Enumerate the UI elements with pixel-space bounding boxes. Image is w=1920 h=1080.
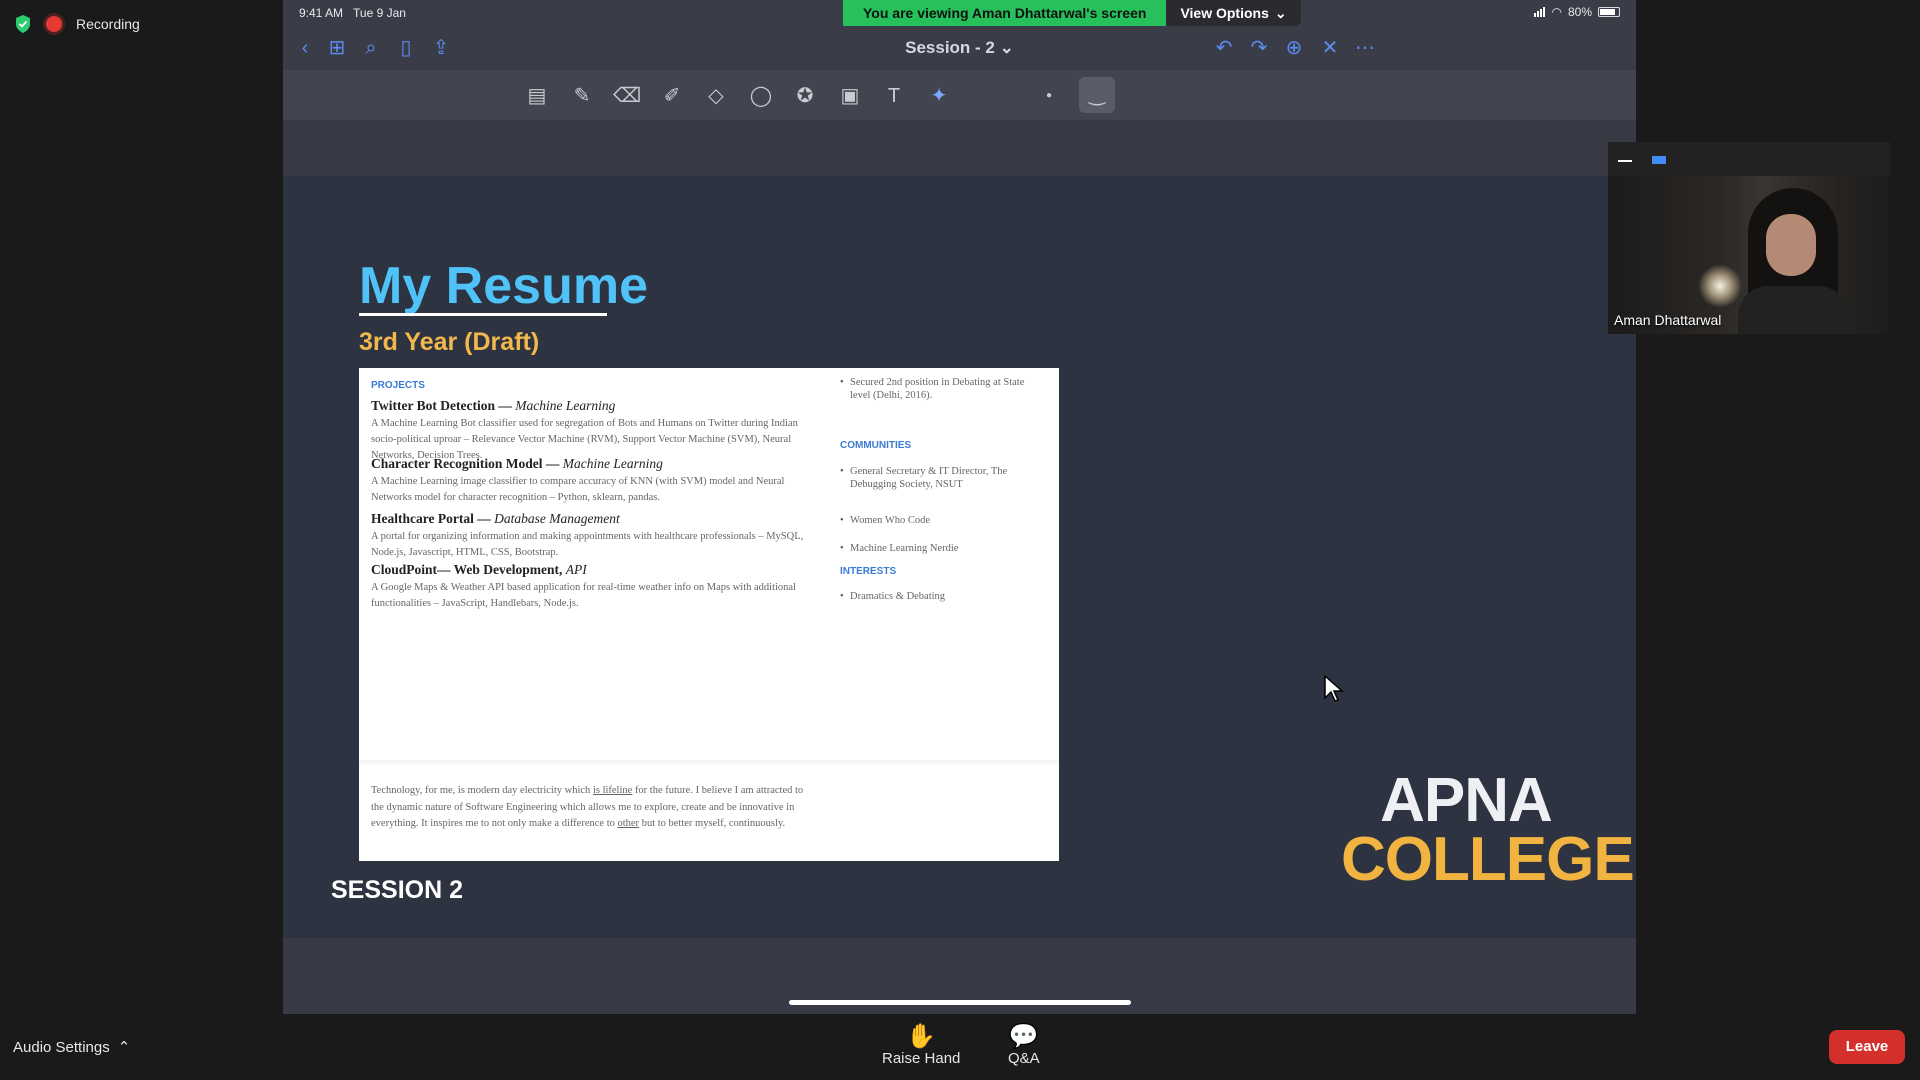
highlighter-icon[interactable]: ✐: [658, 82, 686, 110]
eraser-icon[interactable]: ⌫: [613, 82, 641, 110]
session-label: SESSION 2: [331, 876, 463, 904]
slide-title: My Resume: [359, 257, 648, 315]
apna-college-logo: APNA COLLEGE: [1341, 766, 1635, 894]
leave-button[interactable]: Leave: [1829, 1030, 1905, 1064]
video-layout-icon[interactable]: [1652, 156, 1666, 164]
minimize-icon[interactable]: [1618, 160, 1632, 162]
recording-label: Recording: [76, 16, 140, 32]
project-description: A portal for organizing information and …: [371, 531, 804, 558]
chevron-up-icon: ⌃: [117, 1039, 131, 1056]
communities-header: COMMUNITIES: [840, 440, 912, 451]
view-options-button[interactable]: View Options ⌄: [1166, 0, 1301, 26]
thickness-dot-icon[interactable]: ●: [1035, 82, 1063, 110]
notes-nav-bar: ‹ ⊞ ⌕ ▯ ⇪ Session - 2 ⌄ ↶ ↷ ⊕ ✕ ⋯: [283, 26, 1636, 70]
viewing-notice: You are viewing Aman Dhattarwal's screen: [843, 0, 1167, 26]
recording-area: Recording: [14, 14, 140, 34]
document-title[interactable]: Session - 2 ⌄: [283, 38, 1636, 58]
resume-document: PROJECTS Twitter Bot Detection — Machine…: [359, 368, 1059, 861]
project-title: Character Recognition Model — Machine Le…: [371, 456, 663, 471]
sticker-icon[interactable]: ✪: [791, 82, 819, 110]
project-title: Twitter Bot Detection — Machine Learning: [371, 398, 616, 413]
video-feed: [1608, 176, 1890, 334]
community-item: Women Who Code: [840, 514, 1025, 527]
community-item: General Secretary & IT Director, The Deb…: [840, 465, 1025, 491]
participant-video-tile[interactable]: Aman Dhattarwal: [1608, 142, 1890, 334]
projects-header: PROJECTS: [371, 380, 425, 391]
qa-label: Q&A: [1008, 1050, 1040, 1067]
interest-item: Dramatics & Debating: [840, 590, 1025, 603]
shapes-icon[interactable]: ◇: [702, 82, 730, 110]
raise-hand-label: Raise Hand: [882, 1050, 961, 1067]
pen-icon[interactable]: ✎: [568, 82, 596, 110]
logo-line-2: COLLEGE: [1341, 824, 1635, 894]
read-mode-icon[interactable]: ▤: [523, 82, 551, 110]
project-title: CloudPoint— Web Development, API: [371, 562, 587, 577]
more-icon[interactable]: ⋯: [1353, 36, 1377, 60]
add-page-icon[interactable]: ⊕: [1282, 36, 1306, 60]
presentation-slide: My Resume 3rd Year (Draft) PROJECTS Twit…: [283, 176, 1636, 938]
status-right: ◠ 80%: [1534, 5, 1620, 19]
raise-hand-button[interactable]: ✋ Raise Hand: [882, 1022, 960, 1067]
mouse-cursor-icon: [1324, 674, 1344, 702]
share-banner: You are viewing Aman Dhattarwal's screen…: [843, 0, 1301, 26]
shield-icon: [16, 15, 30, 33]
video-tile-controls: [1608, 142, 1890, 176]
undo-icon[interactable]: ↶: [1212, 36, 1236, 60]
wifi-icon: ◠: [1551, 5, 1562, 19]
project-description: A Google Maps & Weather API based applic…: [371, 582, 796, 609]
hand-icon: ✋: [906, 1023, 937, 1050]
recording-dot-icon: [46, 16, 62, 32]
summary-text: Technology, for me, is modern day electr…: [371, 785, 804, 829]
interests-header: INTERESTS: [840, 566, 897, 577]
qa-icon: 💬: [1008, 1023, 1039, 1050]
home-indicator[interactable]: [789, 1000, 1131, 1005]
text-icon[interactable]: T: [880, 82, 908, 110]
status-time: 9:41 AM Tue 9 Jan: [299, 6, 406, 20]
page-gutter: [283, 120, 1636, 176]
participant-face: [1766, 214, 1816, 276]
close-icon[interactable]: ✕: [1318, 36, 1342, 60]
project-description: A Machine Learning image classifier to c…: [371, 476, 785, 503]
community-item: Machine Learning Nerdie: [840, 542, 1025, 555]
project-title: Healthcare Portal — Database Management: [371, 511, 620, 526]
audio-settings-label: Audio Settings: [13, 1038, 110, 1056]
chevron-down-icon: ⌄: [1274, 5, 1287, 21]
battery-percent: 80%: [1567, 5, 1592, 19]
lasso-icon[interactable]: ◯: [747, 82, 775, 110]
logo-line-1: APNA: [1380, 766, 1553, 835]
achievement-item: Secured 2nd position in Debating at Stat…: [840, 376, 1025, 402]
meeting-window: Recording 9:41 AM Tue 9 Jan ◠ 80% ‹ ⊞ ⌕ …: [0, 0, 1920, 1080]
battery-icon: [1598, 7, 1620, 17]
section-divider: [359, 760, 1059, 765]
qa-button[interactable]: 💬 Q&A: [1008, 1022, 1040, 1067]
participant-body: [1738, 286, 1848, 334]
title-underline: [359, 313, 607, 316]
participant-name: Aman Dhattarwal: [1614, 312, 1722, 328]
shared-screen: 9:41 AM Tue 9 Jan ◠ 80% ‹ ⊞ ⌕ ▯ ⇪ Sessio…: [283, 0, 1636, 1014]
drawing-toolbar: ▤ ✎ ⌫ ✐ ◇ ◯ ✪ ▣ T ✦ ● ‿: [283, 70, 1636, 120]
slide-subtitle: 3rd Year (Draft): [359, 328, 540, 356]
laser-icon[interactable]: ✦: [925, 82, 953, 110]
lamp-light: [1698, 264, 1742, 308]
signal-icon: [1534, 7, 1546, 17]
redo-icon[interactable]: ↷: [1247, 36, 1271, 60]
stroke-style-icon[interactable]: ‿: [1079, 77, 1115, 113]
audio-settings-button[interactable]: Audio Settings ⌃: [13, 1038, 131, 1057]
image-icon[interactable]: ▣: [836, 82, 864, 110]
